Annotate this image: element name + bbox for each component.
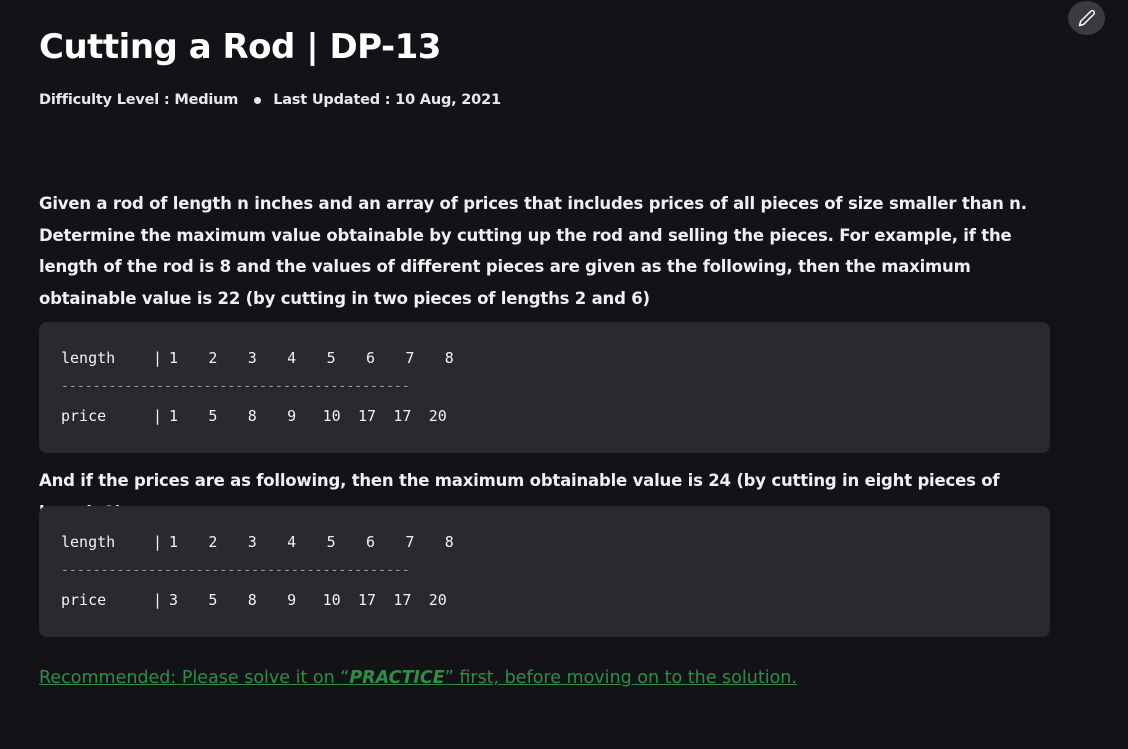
price-row: price | 3 5 8 9 10 17 17 20: [61, 589, 468, 611]
bullet-separator: [254, 96, 262, 104]
price-label: price: [61, 407, 107, 425]
length-cell: 6: [365, 533, 375, 551]
length-cell: 4: [287, 349, 297, 367]
recommended-text-before: Recommended: Please solve it on “: [39, 668, 350, 688]
code-block-2: length | 1 2 3 4 5 6 7 8 ---------------…: [39, 506, 1050, 637]
price-cell: 9: [287, 407, 297, 425]
recommended-practice-link[interactable]: Recommended: Please solve it on “PRACTIC…: [39, 668, 797, 688]
edit-button[interactable]: [1068, 1, 1105, 35]
length-cell: 5: [326, 349, 336, 367]
intro-paragraph: Given a rod of length n inches and an ar…: [39, 194, 1027, 308]
price-cell: 3: [169, 591, 179, 609]
length-cell: 7: [405, 349, 415, 367]
length-cell: 2: [208, 349, 218, 367]
page-title: Cutting a Rod | DP-13: [39, 27, 441, 67]
price-cell: 10: [322, 591, 341, 609]
separator-bar: |: [153, 533, 163, 551]
length-cell: 8: [444, 533, 454, 551]
length-label: length: [61, 349, 116, 367]
price-cell: 17: [357, 407, 377, 425]
practice-link-text[interactable]: PRACTICE: [349, 668, 444, 688]
pencil-icon: [1078, 9, 1095, 27]
length-cell: 2: [208, 533, 218, 551]
price-cell: 17: [393, 591, 412, 609]
length-cell: 5: [326, 533, 336, 551]
separator-line: ----------------------------------------…: [61, 562, 410, 578]
price-cell: 17: [393, 407, 412, 425]
length-label: length: [61, 533, 116, 551]
length-cell: 4: [287, 533, 297, 551]
code-block-1: length | 1 2 3 4 5 6 7 8 ---------------…: [39, 322, 1050, 453]
article-meta: Difficulty Level : Medium Last Updated :…: [39, 92, 501, 108]
price-row: price | 1 5 8 9 10 17 17 20: [61, 405, 468, 427]
length-cell: 3: [247, 349, 257, 367]
price-cell: 8: [247, 591, 257, 609]
separator-bar: |: [153, 407, 163, 425]
length-row: length | 1 2 3 4 5 6 7 8: [61, 531, 484, 553]
price-cell: 20: [428, 591, 447, 609]
difficulty-level: Difficulty Level : Medium: [39, 92, 239, 108]
length-cell: 6: [365, 349, 375, 367]
separator-bar: |: [153, 349, 163, 367]
price-cell: 5: [208, 407, 218, 425]
separator-bar: |: [153, 591, 163, 609]
price-cell: 5: [208, 591, 218, 609]
length-cell: 7: [405, 533, 415, 551]
price-cell: 20: [428, 407, 447, 425]
last-updated: Last Updated : 10 Aug, 2021: [273, 92, 501, 108]
price-cell: 9: [287, 591, 297, 609]
price-label: price: [61, 591, 107, 609]
price-cell: 10: [322, 407, 341, 425]
length-cell: 1: [169, 349, 179, 367]
price-cell: 8: [247, 407, 257, 425]
length-cell: 1: [169, 533, 179, 551]
length-cell: 3: [247, 533, 257, 551]
length-cell: 8: [444, 349, 454, 367]
price-cell: 17: [357, 591, 377, 609]
length-row: length | 1 2 3 4 5 6 7 8: [61, 347, 484, 369]
recommended-text-after: ” first, before moving on to the solutio…: [444, 668, 797, 688]
price-cell: 1: [169, 407, 179, 425]
separator-line: ----------------------------------------…: [61, 378, 410, 394]
